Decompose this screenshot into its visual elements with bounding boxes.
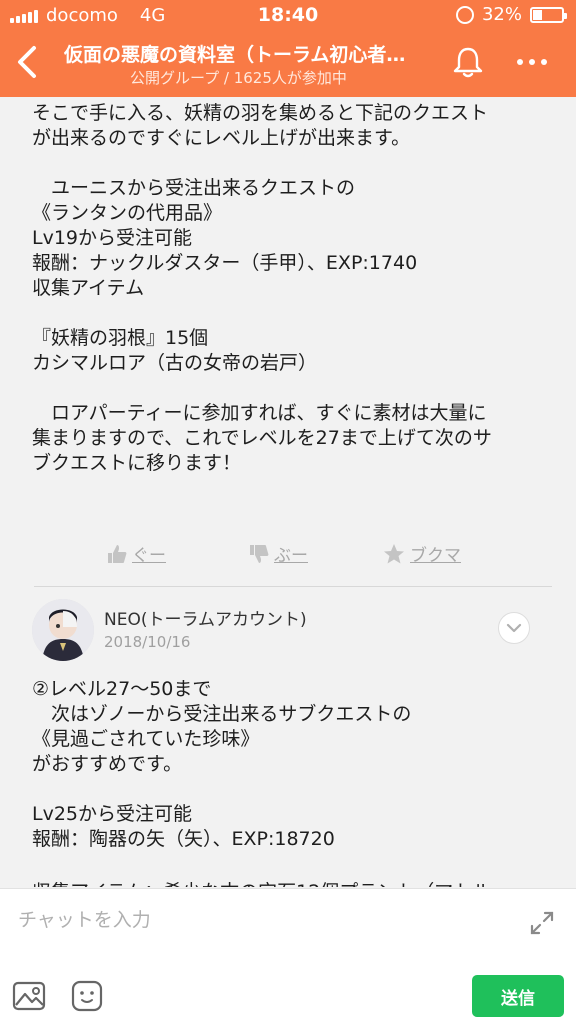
comment-body: ②レベル27～50まで 次はゾノーから受注出来るサブクエストの 《見過ごされてい… <box>32 678 412 850</box>
chevron-down-icon[interactable] <box>498 612 530 644</box>
thumbs-down-icon <box>250 544 269 563</box>
battery-icon <box>530 6 567 23</box>
star-icon <box>384 543 404 563</box>
image-icon[interactable] <box>12 979 46 1013</box>
comment-body-cutoff: 収集アイテム：希少な古の宝石12個プラント（マトル <box>32 877 491 887</box>
good-button[interactable]: ぐー <box>106 541 166 566</box>
send-button[interactable]: 送信 <box>472 975 564 1017</box>
bad-button[interactable]: ぶー <box>248 541 308 566</box>
comment-date: 2018/10/16 <box>104 633 191 651</box>
bookmark-label: ブクマ <box>410 546 461 566</box>
avatar-image <box>32 599 94 661</box>
comment-author[interactable]: NEO(トーラムアカウント) <box>104 605 307 630</box>
post-actions: ぐー ぶー ブクマ <box>0 541 576 571</box>
orientation-lock-icon <box>455 5 474 24</box>
thumbs-up-icon <box>108 544 127 563</box>
status-bar: docomo 4G 18:40 32% <box>0 0 576 30</box>
chat-input[interactable] <box>18 905 498 935</box>
more-menu-icon[interactable] <box>512 52 552 72</box>
chat-input-bar: 送信 <box>0 888 576 1024</box>
battery-percent: 32% <box>481 4 522 25</box>
stamp-icon[interactable] <box>70 979 104 1013</box>
expand-icon[interactable] <box>528 909 556 937</box>
divider <box>34 586 552 587</box>
bad-label: ぶー <box>274 546 308 566</box>
group-title[interactable]: 仮面の悪魔の資料室（トーラム初心者… <box>64 40 434 67</box>
bell-icon[interactable] <box>450 44 486 80</box>
thread-content: そこで手に入る、妖精の羽を集めると下記のクエスト が出来るのですぐにレベル上げが… <box>0 97 576 887</box>
post-body: そこで手に入る、妖精の羽を集めると下記のクエスト が出来るのですぐにレベル上げが… <box>32 102 492 474</box>
good-label: ぐー <box>132 546 166 566</box>
avatar[interactable] <box>32 599 94 661</box>
group-header: 仮面の悪魔の資料室（トーラム初心者… 公開グループ / 1625人が参加中 <box>0 30 576 97</box>
back-arrow-icon[interactable] <box>8 40 48 84</box>
top-bar: docomo 4G 18:40 32% 仮面の悪魔の資料室（トーラム初心者… 公… <box>0 0 576 97</box>
group-subtitle: 公開グループ / 1625人が参加中 <box>130 69 347 87</box>
bookmark-button[interactable]: ブクマ <box>382 541 461 566</box>
